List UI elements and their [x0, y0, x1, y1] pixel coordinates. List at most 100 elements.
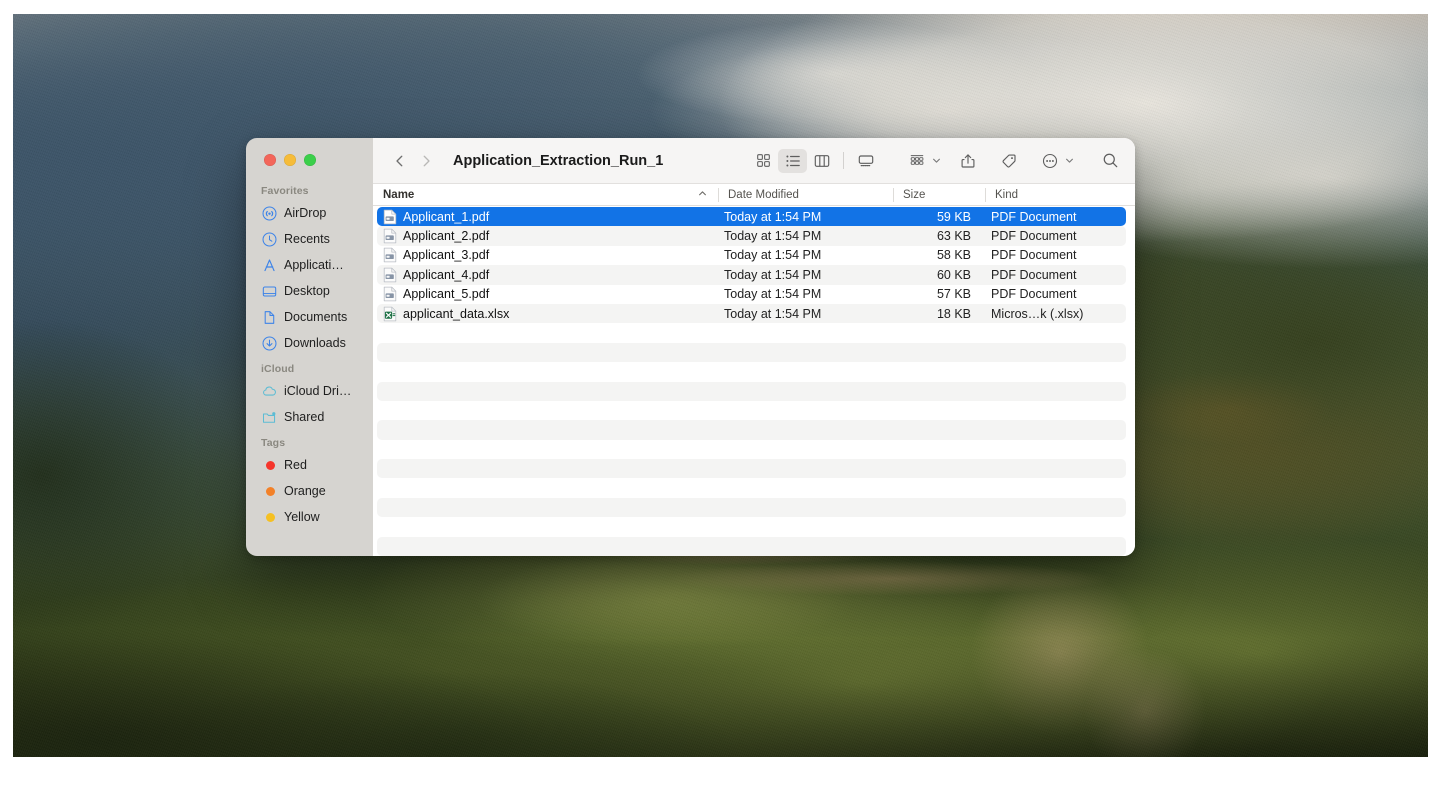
cell-kind: PDF Document	[991, 209, 1077, 224]
cloud-icon	[261, 383, 277, 399]
column-divider	[893, 187, 894, 202]
sidebar-item-icloud-drive[interactable]: iCloud Dri…	[246, 378, 373, 404]
cell-name: Applicant_3.pdf	[377, 247, 718, 263]
table-row[interactable]: applicant_data.xlsx Today at 1:54 PM 18 KB…	[377, 303, 1126, 324]
table-row[interactable]: Applicant_2.pdf Today at 1:54 PM 63 KB PDF …	[377, 226, 1126, 246]
ellipsis-icon[interactable]	[1035, 149, 1064, 173]
pdf-file-icon	[383, 267, 397, 283]
cell-name: applicant_data.xlsx	[377, 306, 718, 322]
cell-size: 60 KB	[936, 267, 971, 282]
sidebar-item-label: Yellow	[284, 510, 320, 524]
minimize-button[interactable]	[284, 154, 296, 166]
list-view-button[interactable]	[778, 148, 807, 173]
tag-dot-icon	[261, 457, 277, 473]
pdf-file-icon	[383, 286, 397, 302]
cell-date-modified: Today at 1:54 PM	[724, 248, 822, 263]
view-switcher	[749, 148, 880, 173]
group-icon[interactable]	[902, 149, 931, 173]
sidebar: Favorites AirDrop Recents Applicati… Des…	[246, 138, 373, 556]
cell-kind: PDF Document	[991, 267, 1077, 282]
table-row[interactable]: Applicant_3.pdf Today at 1:54 PM 58 KB PDF …	[377, 246, 1126, 265]
sidebar-heading-tags: Tags	[261, 437, 286, 449]
zoom-button[interactable]	[304, 154, 316, 166]
empty-row	[377, 478, 1126, 497]
sidebar-item-recents[interactable]: Recents	[246, 226, 373, 252]
empty-row	[377, 420, 1126, 440]
sidebar-item-label: Recents	[284, 232, 330, 246]
pdf-file-icon	[383, 209, 397, 225]
sidebar-item-label: Shared	[284, 410, 325, 424]
finder-window: Favorites AirDrop Recents Applicati… Des…	[246, 138, 1135, 556]
gallery-view-button[interactable]	[851, 149, 880, 173]
cell-kind: Micros…k (.xlsx)	[991, 306, 1084, 321]
pdf-file-icon	[383, 228, 397, 244]
shared-folder-icon	[261, 409, 277, 425]
column-divider	[718, 187, 719, 202]
sidebar-item-tag-orange[interactable]: Orange	[246, 478, 373, 504]
cell-date-modified: Today at 1:54 PM	[724, 209, 822, 224]
empty-row	[377, 342, 1126, 363]
file-name: Applicant_3.pdf	[403, 248, 490, 263]
clock-icon	[261, 231, 277, 247]
empty-row	[377, 401, 1126, 420]
chevron-up-icon	[698, 189, 707, 201]
file-list[interactable]: Applicant_1.pdf Today at 1:54 PM 59 KB PDF …	[373, 206, 1135, 556]
column-header-name[interactable]: Name	[373, 184, 718, 206]
tag-button[interactable]	[994, 149, 1023, 173]
file-name: Applicant_5.pdf	[403, 287, 490, 302]
share-button[interactable]	[953, 149, 982, 173]
cell-size: 59 KB	[936, 209, 971, 224]
column-header-size[interactable]: Size	[893, 184, 985, 206]
cell-kind: PDF Document	[991, 229, 1077, 244]
window-traffic-lights	[264, 154, 316, 166]
tag-dot-icon	[261, 509, 277, 525]
chevron-down-icon	[932, 156, 941, 165]
table-row[interactable]: Applicant_1.pdf Today at 1:54 PM 59 KB PDF …	[377, 207, 1126, 227]
toolbar-separator	[843, 152, 844, 169]
back-button[interactable]	[387, 148, 413, 174]
sidebar-item-label: Applicati…	[284, 258, 344, 272]
sidebar-item-label: Red	[284, 458, 307, 472]
sidebar-heading-favorites: Favorites	[261, 185, 309, 197]
sidebar-item-label: AirDrop	[284, 206, 327, 220]
sidebar-item-label: iCloud Dri…	[284, 384, 352, 398]
column-view-button[interactable]	[807, 149, 836, 173]
file-name: Applicant_1.pdf	[403, 209, 490, 224]
sidebar-item-tag-red[interactable]: Red	[246, 452, 373, 478]
tag-dot-icon	[261, 483, 277, 499]
sidebar-item-downloads[interactable]: Downloads	[246, 330, 373, 356]
forward-button[interactable]	[413, 148, 439, 174]
download-icon	[261, 335, 277, 351]
empty-row	[377, 536, 1126, 556]
search-button[interactable]	[1096, 149, 1125, 173]
sidebar-heading-icloud: iCloud	[261, 363, 295, 375]
xlsx-file-icon	[383, 306, 397, 322]
cell-size: 57 KB	[936, 287, 971, 302]
sidebar-item-label: Desktop	[284, 284, 330, 298]
sidebar-item-label: Documents	[284, 310, 348, 324]
cell-name: Applicant_5.pdf	[377, 286, 718, 302]
applications-icon	[261, 257, 277, 273]
close-button[interactable]	[264, 154, 276, 166]
cell-size: 58 KB	[936, 248, 971, 263]
empty-row	[377, 497, 1126, 518]
sidebar-item-shared[interactable]: Shared	[246, 404, 373, 430]
table-row[interactable]: Applicant_4.pdf Today at 1:54 PM 60 KB PDF …	[377, 265, 1126, 285]
sidebar-item-airdrop[interactable]: AirDrop	[246, 200, 373, 226]
sidebar-item-documents[interactable]: Documents	[246, 304, 373, 330]
chevron-down-icon	[1065, 156, 1074, 165]
column-divider	[985, 187, 986, 202]
more-actions-control[interactable]	[1035, 149, 1074, 173]
sidebar-item-applications[interactable]: Applicati…	[246, 252, 373, 278]
cell-size: 63 KB	[936, 229, 971, 244]
main-pane: Application_Extraction_Run_1 Name Date M…	[373, 138, 1135, 556]
table-row[interactable]: Applicant_5.pdf Today at 1:54 PM 57 KB PDF …	[377, 285, 1126, 304]
column-header-kind[interactable]: Kind	[985, 184, 1125, 206]
group-by-control[interactable]	[902, 149, 941, 173]
document-icon	[261, 309, 277, 325]
empty-row	[377, 459, 1126, 479]
column-header-date-modified[interactable]: Date Modified	[718, 184, 893, 206]
sidebar-item-desktop[interactable]: Desktop	[246, 278, 373, 304]
sidebar-item-tag-yellow[interactable]: Yellow	[246, 504, 373, 530]
icon-view-button[interactable]	[749, 149, 778, 173]
